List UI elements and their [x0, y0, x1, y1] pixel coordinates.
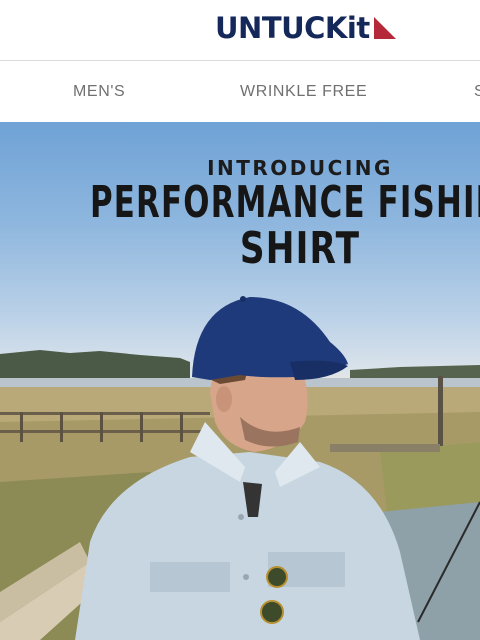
- hero-title-line2: SHIRT: [239, 223, 361, 274]
- hero-title-line1: PERFORMANCE FISHING: [90, 177, 480, 228]
- hero-banner[interactable]: INTRODUCING PERFORMANCE FISHING SHIRT: [0, 122, 480, 640]
- nav-item-wrinkle-free[interactable]: WRINKLE FREE: [240, 83, 367, 101]
- logo-flag-icon: [373, 17, 396, 39]
- nav-item-mens[interactable]: MEN'S: [73, 83, 125, 101]
- nav-item-partial[interactable]: S: [474, 83, 480, 101]
- brand-logo[interactable]: UNTUCKit: [215, 12, 398, 44]
- logo-wordmark: UNTUCKit: [215, 11, 370, 45]
- site-header: UNTUCKit: [0, 0, 480, 61]
- category-nav: MEN'S WRINKLE FREE S: [0, 61, 480, 122]
